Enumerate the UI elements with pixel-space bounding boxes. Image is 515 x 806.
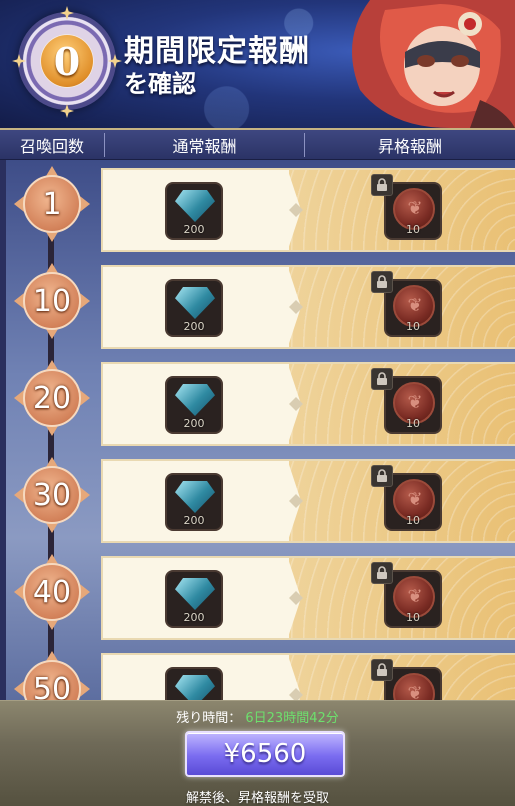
gem-icon — [175, 578, 215, 610]
coin-icon: ❦ — [393, 673, 435, 700]
reward-card: 200 ❦ 10 — [101, 556, 515, 640]
premium-reward-qty: 10 — [406, 320, 420, 333]
unlock-note: 解禁後、昇格報酬を受取 — [185, 791, 329, 806]
milestone-count: 20 — [23, 369, 81, 427]
reward-row: 200 ❦ 10 50 — [0, 645, 515, 700]
lock-icon — [371, 465, 393, 487]
milestone-count: 10 — [23, 272, 81, 330]
reward-card: 200 ❦ 10 — [101, 168, 515, 252]
milestone-badge: 20 — [14, 360, 90, 436]
milestone-count: 40 — [23, 563, 81, 621]
lock-icon — [371, 271, 393, 293]
reward-row: 200 ❦ 10 30 — [0, 451, 515, 543]
column-premium-reward: 昇格報酬 — [304, 132, 515, 157]
reward-card: 200 ❦ 10 — [101, 362, 515, 446]
normal-reward-item[interactable]: 200 — [165, 570, 223, 628]
normal-reward-item[interactable]: 200 — [165, 182, 223, 240]
reward-row: 200 ❦ 10 1 — [0, 160, 515, 252]
character-illustration — [352, 0, 515, 128]
reward-card: 200 ❦ 10 — [101, 265, 515, 349]
premium-reward-qty: 10 — [406, 417, 420, 430]
purchase-button[interactable]: ¥6560 — [185, 731, 345, 777]
reward-row: 200 ❦ 10 10 — [0, 257, 515, 349]
column-normal-reward: 通常報酬 — [104, 132, 304, 157]
milestone-badge: 30 — [14, 457, 90, 533]
lock-icon — [371, 562, 393, 584]
purchase-footer: 残り時間： 6日23時間42分 ¥6560 解禁後、昇格報酬を受取 — [0, 700, 515, 806]
gem-icon — [175, 384, 215, 416]
normal-reward-item[interactable]: 200 — [165, 279, 223, 337]
gem-icon — [175, 190, 215, 222]
reward-card: 200 ❦ 10 — [101, 459, 515, 543]
lock-icon — [371, 659, 393, 681]
normal-reward-qty: 200 — [183, 223, 205, 236]
column-summon-count: 召喚回数 — [19, 136, 84, 156]
milestone-badge: 50 — [14, 651, 90, 700]
gem-icon — [175, 675, 215, 700]
milestone-count: 30 — [23, 466, 81, 524]
reward-row: 200 ❦ 10 20 — [0, 354, 515, 446]
lock-icon — [371, 174, 393, 196]
premium-reward-qty: 10 — [406, 514, 420, 527]
remaining-time-label: 残り時間： — [176, 711, 242, 726]
page-subtitle: を確認 — [124, 69, 196, 98]
normal-reward-item[interactable]: 200 — [165, 473, 223, 531]
normal-reward-item[interactable]: 200 — [165, 667, 223, 700]
milestone-badge: 1 — [14, 166, 90, 242]
header-banner: 0 期間限定報酬 を確認 — [0, 0, 515, 128]
premium-reward-qty: 10 — [406, 611, 420, 624]
normal-reward-qty: 200 — [183, 320, 205, 333]
reward-card: 200 ❦ 10 — [101, 653, 515, 700]
reward-row: 200 ❦ 10 40 — [0, 548, 515, 640]
premium-reward-qty: 10 — [406, 223, 420, 236]
normal-reward-item[interactable]: 200 — [165, 376, 223, 434]
summon-count-badge: 0 — [18, 12, 116, 110]
normal-reward-qty: 200 — [183, 611, 205, 624]
gem-icon — [175, 481, 215, 513]
milestone-count: 50 — [23, 660, 81, 700]
normal-reward-qty: 200 — [183, 514, 205, 527]
gem-icon — [175, 287, 215, 319]
milestone-badge: 10 — [14, 263, 90, 339]
remaining-time: 残り時間： 6日23時間42分 — [0, 707, 515, 726]
remaining-time-value: 6日23時間42分 — [245, 711, 339, 726]
column-header-bar: 召喚回数 通常報酬 昇格報酬 — [0, 128, 515, 160]
reward-list[interactable]: 200 ❦ 10 1 200 ❦ 10 10 200 ❦ 10 20 200 ❦… — [0, 160, 515, 700]
lock-icon — [371, 368, 393, 390]
milestone-badge: 40 — [14, 554, 90, 630]
normal-reward-qty: 200 — [183, 417, 205, 430]
milestone-count: 1 — [23, 175, 81, 233]
summon-count-value: 0 — [41, 35, 93, 87]
